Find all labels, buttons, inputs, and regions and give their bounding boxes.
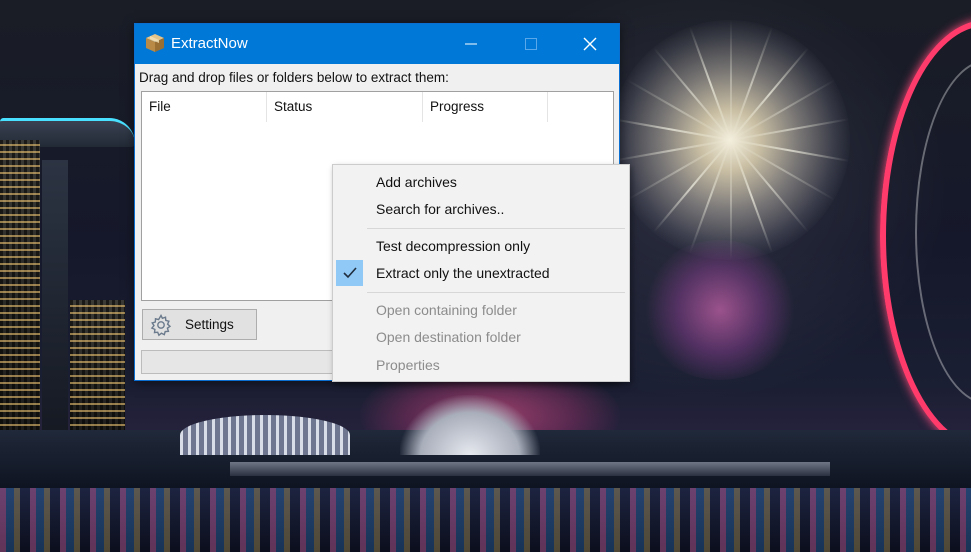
gear-icon [150, 313, 172, 336]
firework-pink [640, 240, 800, 380]
settings-label: Settings [185, 317, 234, 332]
column-progress[interactable]: Progress [423, 92, 548, 122]
menu-item-label: Open destination folder [376, 329, 521, 345]
menu-item-add-archives[interactable]: Add archives [333, 169, 629, 195]
menu-item-search-archives[interactable]: Search for archives.. [333, 196, 629, 222]
window-title: ExtractNow [171, 35, 248, 52]
menu-item-extract-unextracted[interactable]: Extract only the unextracted [333, 260, 629, 286]
lotus-museum [400, 395, 540, 455]
check-indicator [336, 260, 363, 286]
column-file[interactable]: File [142, 92, 267, 122]
context-menu: Add archives Search for archives.. Test … [332, 164, 630, 382]
menu-item-label: Search for archives.. [376, 201, 505, 217]
close-icon [583, 37, 597, 51]
menu-item-label: Extract only the unextracted [376, 265, 550, 281]
firework-ray [730, 20, 732, 140]
drop-instruction: Drag and drop files or folders below to … [139, 70, 449, 85]
menu-separator [367, 228, 625, 229]
minimize-icon [465, 43, 477, 45]
menu-item-properties[interactable]: Properties [333, 352, 629, 378]
firework-ray [730, 140, 732, 260]
settings-button[interactable]: Settings [142, 309, 257, 340]
menu-item-label: Test decompression only [376, 238, 531, 254]
list-header: File Status Progress [142, 92, 613, 122]
menu-item-label: Open containing folder [376, 302, 517, 318]
menu-item-open-containing-folder[interactable]: Open containing folder [333, 297, 629, 323]
menu-item-test-decompression[interactable]: Test decompression only [333, 233, 629, 259]
menu-item-label: Properties [376, 357, 440, 373]
package-icon [146, 34, 164, 52]
maximize-icon [525, 38, 537, 50]
office-tower [70, 300, 125, 440]
close-button[interactable] [567, 24, 613, 64]
minimize-button[interactable] [448, 24, 494, 64]
hotel-tower-1 [0, 140, 40, 440]
hotel-tower-2 [42, 160, 68, 445]
column-status[interactable]: Status [267, 92, 423, 122]
menu-separator [367, 292, 625, 293]
checkmark-icon [342, 267, 357, 279]
dome-building [180, 415, 350, 455]
maximize-button[interactable] [508, 24, 554, 64]
bay-water [0, 488, 971, 552]
menu-item-label: Add archives [376, 174, 457, 190]
menu-item-open-destination-folder[interactable]: Open destination folder [333, 324, 629, 350]
title-bar[interactable]: ExtractNow [135, 24, 619, 64]
bridge [230, 462, 830, 476]
